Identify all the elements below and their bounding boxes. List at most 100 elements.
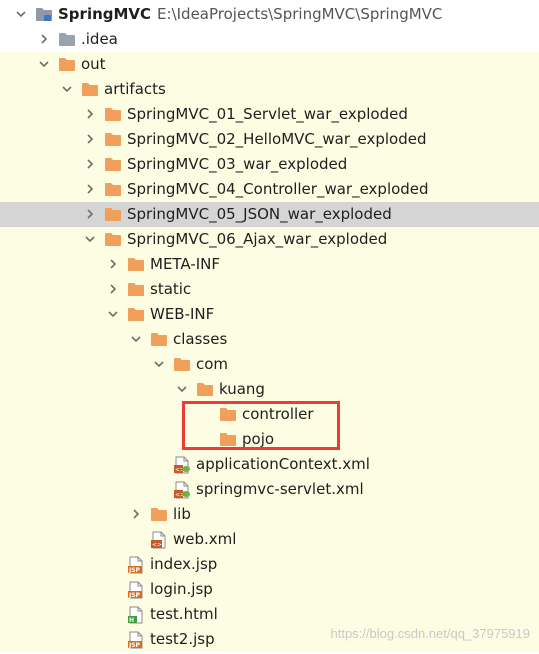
- tree-item-label: META-INF: [150, 255, 221, 273]
- tree-row[interactable]: SpringMVC_06_Ajax_war_exploded: [0, 227, 539, 252]
- folder-icon: [127, 256, 145, 273]
- project-name: SpringMVC: [58, 5, 152, 23]
- tree-item-label: springmvc-servlet.xml: [196, 480, 364, 498]
- tree-item-label: SpringMVC_03_war_exploded: [127, 155, 348, 173]
- tree-item-label: kuang: [219, 380, 265, 398]
- tree-item-label: test2.jsp: [150, 630, 215, 648]
- tree-item-label: SpringMVC_02_HelloMVC_war_exploded: [127, 130, 427, 148]
- svg-text:JSP: JSP: [128, 592, 141, 599]
- tree-item-label: static: [150, 280, 192, 298]
- chevron-down-icon[interactable]: [15, 8, 27, 20]
- watermark: https://blog.csdn.net/qq_37975919: [330, 626, 531, 641]
- svg-text:JSP: JSP: [128, 567, 141, 574]
- tree-row[interactable]: controller: [0, 402, 539, 427]
- folder-icon: [127, 281, 145, 298]
- svg-text:<>: <>: [152, 542, 162, 549]
- chevron-down-icon[interactable]: [61, 83, 73, 95]
- folder-icon: [127, 306, 145, 323]
- chevron-right-icon[interactable]: [130, 508, 142, 520]
- html-file-icon: H: [127, 606, 145, 624]
- spring-xml-icon: <>: [173, 456, 191, 474]
- tree-row[interactable]: <> applicationContext.xml: [0, 452, 539, 477]
- folder-icon: [104, 206, 122, 223]
- jsp-file-icon: JSP: [127, 631, 145, 649]
- tree-item-label: SpringMVC_01_Servlet_war_exploded: [127, 105, 408, 123]
- chevron-right-icon[interactable]: [84, 208, 96, 220]
- tree-row[interactable]: SpringMVC_03_war_exploded: [0, 152, 539, 177]
- tree-row[interactable]: Htest.html: [0, 602, 539, 627]
- spring-xml-icon: <>: [173, 481, 191, 499]
- tree-row[interactable]: static: [0, 277, 539, 302]
- tree-item-label: login.jsp: [150, 580, 213, 598]
- chevron-down-icon[interactable]: [38, 58, 50, 70]
- folder-icon: [219, 406, 237, 423]
- folder-icon: [219, 431, 237, 448]
- tree-item-label: WEB-INF: [150, 305, 215, 323]
- folder-icon: [196, 381, 214, 398]
- tree-row[interactable]: JSP login.jsp: [0, 577, 539, 602]
- svg-text:JSP: JSP: [128, 642, 141, 649]
- tree-row[interactable]: pojo: [0, 427, 539, 452]
- tree-item-label: applicationContext.xml: [196, 455, 370, 473]
- folder-icon: [58, 56, 76, 73]
- tree-item-label: controller: [242, 405, 314, 423]
- chevron-down-icon[interactable]: [176, 383, 188, 395]
- jsp-file-icon: JSP: [127, 581, 145, 599]
- tree-row[interactable]: lib: [0, 502, 539, 527]
- tree-row[interactable]: artifacts: [0, 77, 539, 102]
- chevron-right-icon[interactable]: [84, 158, 96, 170]
- tree-item-label: SpringMVC_04_Controller_war_exploded: [127, 180, 429, 198]
- folder-grey-icon: [58, 31, 76, 48]
- chevron-right-icon[interactable]: [84, 133, 96, 145]
- folder-icon: [81, 81, 99, 98]
- chevron-down-icon[interactable]: [130, 333, 142, 345]
- tree-row[interactable]: .idea: [0, 27, 539, 52]
- tree-row[interactable]: classes: [0, 327, 539, 352]
- tree-item-label: out: [81, 55, 106, 73]
- tree-item-label: lib: [173, 505, 191, 523]
- tree-row[interactable]: <> web.xml: [0, 527, 539, 552]
- tree-row[interactable]: SpringMVC_01_Servlet_war_exploded: [0, 102, 539, 127]
- tree-row[interactable]: SpringMVC E:\IdeaProjects\SpringMVC\Sprin…: [0, 2, 539, 27]
- tree-row[interactable]: <> springmvc-servlet.xml: [0, 477, 539, 502]
- chevron-right-icon[interactable]: [107, 283, 119, 295]
- tree-item-label: .idea: [81, 30, 118, 48]
- tree-item-label: SpringMVC E:\IdeaProjects\SpringMVC\Sprin…: [58, 4, 442, 24]
- chevron-right-icon[interactable]: [84, 183, 96, 195]
- tree-item-label: artifacts: [104, 80, 166, 98]
- folder-icon: [104, 131, 122, 148]
- tree-row[interactable]: SpringMVC_04_Controller_war_exploded: [0, 177, 539, 202]
- jsp-file-icon: JSP: [127, 556, 145, 574]
- tree-row[interactable]: SpringMVC_05_JSON_war_exploded: [0, 202, 539, 227]
- tree-row[interactable]: WEB-INF: [0, 302, 539, 327]
- tree-item-label: com: [196, 355, 229, 373]
- tree-row[interactable]: JSP index.jsp: [0, 552, 539, 577]
- chevron-down-icon[interactable]: [84, 233, 96, 245]
- folder-icon: [173, 356, 191, 373]
- tree-row[interactable]: kuang: [0, 377, 539, 402]
- tree-row[interactable]: SpringMVC_02_HelloMVC_war_exploded: [0, 127, 539, 152]
- chevron-down-icon[interactable]: [107, 308, 119, 320]
- xml-file-icon: <>: [150, 531, 168, 549]
- folder-icon: [104, 231, 122, 248]
- project-path: E:\IdeaProjects\SpringMVC\SpringMVC: [157, 5, 443, 23]
- chevron-down-icon[interactable]: [153, 358, 165, 370]
- folder-icon: [104, 106, 122, 123]
- folder-icon: [104, 156, 122, 173]
- tree-item-label: SpringMVC_05_JSON_war_exploded: [127, 205, 392, 223]
- tree-item-label: index.jsp: [150, 555, 218, 573]
- tree-item-label: classes: [173, 330, 228, 348]
- tree-item-label: web.xml: [173, 530, 237, 548]
- folder-icon: [150, 331, 168, 348]
- svg-text:H: H: [129, 617, 134, 624]
- tree-item-label: test.html: [150, 605, 218, 623]
- tree-row[interactable]: META-INF: [0, 252, 539, 277]
- tree-row[interactable]: com: [0, 352, 539, 377]
- chevron-right-icon[interactable]: [84, 108, 96, 120]
- chevron-right-icon[interactable]: [38, 33, 50, 45]
- module-icon: [35, 6, 53, 23]
- chevron-right-icon[interactable]: [107, 258, 119, 270]
- tree-item-label: SpringMVC_06_Ajax_war_exploded: [127, 230, 388, 248]
- project-tree: SpringMVC E:\IdeaProjects\SpringMVC\Sprin…: [0, 0, 539, 654]
- tree-row[interactable]: out: [0, 52, 539, 77]
